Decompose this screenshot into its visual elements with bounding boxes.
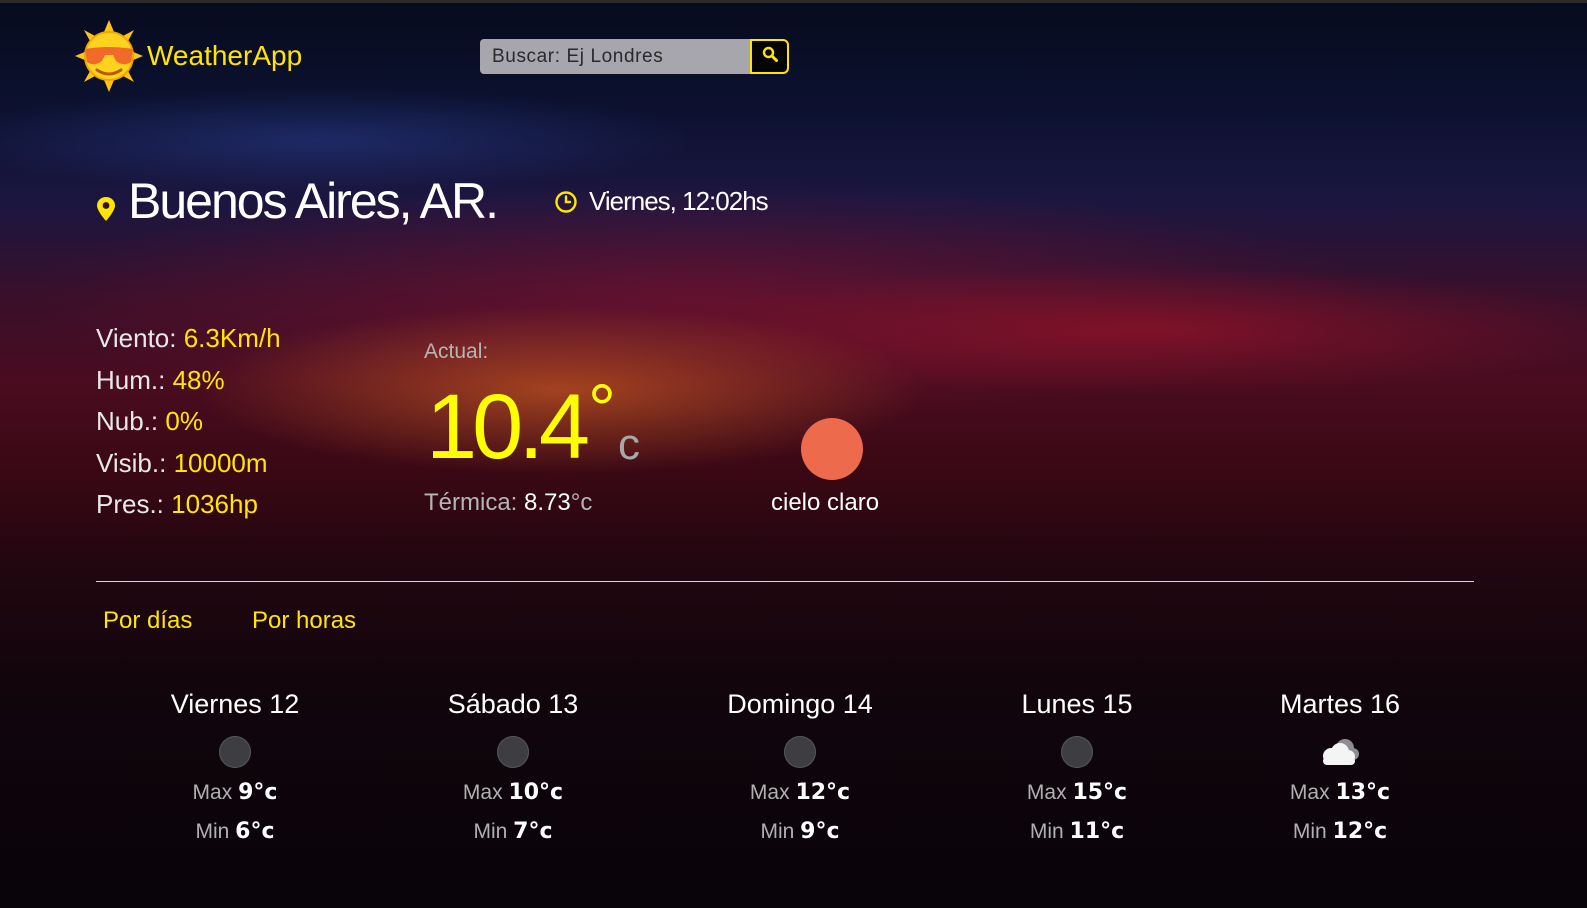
max-label: Max bbox=[1289, 781, 1330, 804]
forecast-day-name: Martes 16 bbox=[1279, 689, 1401, 719]
feels-like-value: 8.73 bbox=[524, 489, 571, 516]
forecast-day-name: Lunes 15 bbox=[1021, 689, 1133, 719]
min-value: 7°c bbox=[513, 819, 553, 844]
degree-symbol: ° bbox=[588, 370, 616, 448]
moon-icon bbox=[219, 736, 251, 768]
forecast-day: Sábado 13 Max 10°c Min 7°c bbox=[388, 686, 638, 845]
detail-humidity: Hum.: 48% bbox=[96, 360, 281, 402]
min-label: Min bbox=[1292, 820, 1327, 843]
tab-por-dias[interactable]: Por días bbox=[103, 607, 192, 635]
detail-label: Visib.: bbox=[96, 447, 167, 478]
max-label: Max bbox=[462, 781, 503, 804]
app-logo[interactable]: WeatherApp bbox=[75, 20, 302, 92]
detail-clouds: Nub.: 0% bbox=[96, 401, 281, 443]
detail-value: 10000m bbox=[173, 447, 268, 478]
forecast-min: Min 6°c bbox=[110, 819, 360, 845]
forecast-min: Min 11°c bbox=[952, 819, 1202, 845]
min-label: Min bbox=[1029, 820, 1064, 843]
cloud-icon bbox=[1317, 736, 1363, 768]
forecast-min: Min 12°c bbox=[1215, 819, 1465, 845]
max-value: 10°c bbox=[508, 780, 564, 805]
forecast-max: Max 9°c bbox=[110, 780, 360, 806]
weather-details: Viento: 6.3Km/h Hum.: 48% Nub.: 0% Visib… bbox=[96, 318, 281, 526]
local-datetime: Viernes, 12:02hs bbox=[589, 186, 769, 216]
forecast-max: Max 12°c bbox=[675, 780, 925, 806]
min-label: Min bbox=[195, 820, 230, 843]
detail-value: 0% bbox=[165, 406, 203, 436]
feels-like-label: Térmica: bbox=[424, 489, 518, 516]
forecast-day-name: Domingo 14 bbox=[727, 689, 873, 719]
min-value: 9°c bbox=[800, 819, 840, 844]
detail-value: 48% bbox=[172, 364, 225, 395]
app-name: WeatherApp bbox=[147, 40, 303, 71]
clock-icon bbox=[554, 190, 578, 219]
detail-pressure: Pres.: 1036hp bbox=[96, 484, 281, 526]
min-value: 12°c bbox=[1332, 819, 1388, 844]
search-bar bbox=[480, 39, 789, 74]
forecast-day-name: Sábado 13 bbox=[447, 689, 579, 719]
min-label: Min bbox=[473, 820, 508, 843]
detail-visibility: Visib.: 10000m bbox=[96, 443, 281, 485]
current-label: Actual: bbox=[424, 340, 489, 363]
min-value: 6°c bbox=[235, 819, 275, 844]
feels-like: Térmica: 8.73°c bbox=[424, 489, 592, 517]
detail-wind: Viento: 6.3Km/h bbox=[96, 318, 281, 360]
min-value: 11°c bbox=[1069, 819, 1125, 844]
location-pin-icon bbox=[96, 196, 116, 227]
moon-icon bbox=[784, 736, 816, 768]
forecast-min: Min 9°c bbox=[675, 819, 925, 845]
temperature-unit: c bbox=[618, 420, 640, 469]
max-value: 13°c bbox=[1335, 780, 1391, 805]
detail-value: 6.3Km/h bbox=[183, 323, 281, 353]
max-value: 12°c bbox=[795, 780, 851, 805]
weather-condition: cielo claro bbox=[771, 489, 880, 516]
search-button[interactable] bbox=[750, 39, 789, 74]
forecast-day: Martes 16 Max 13°c Min 12°c bbox=[1215, 686, 1465, 845]
detail-label: Pres.: bbox=[96, 489, 164, 519]
search-icon bbox=[762, 46, 778, 67]
forecast-day-name: Viernes 12 bbox=[170, 689, 300, 719]
moon-icon bbox=[1061, 736, 1093, 768]
forecast-max: Max 13°c bbox=[1215, 780, 1465, 806]
moon-icon bbox=[497, 736, 529, 768]
current-temperature: 10.4 bbox=[426, 376, 590, 478]
forecast-max: Max 10°c bbox=[388, 780, 638, 806]
sun-sunglasses-icon bbox=[75, 20, 143, 92]
forecast-max: Max 15°c bbox=[952, 780, 1202, 806]
min-label: Min bbox=[760, 820, 795, 843]
forecast-day: Lunes 15 Max 15°c Min 11°c bbox=[952, 686, 1202, 845]
max-value: 9°c bbox=[238, 780, 278, 805]
section-divider bbox=[96, 581, 1474, 582]
clear-sky-sun-icon bbox=[801, 418, 863, 480]
max-label: Max bbox=[192, 781, 233, 804]
forecast-day: Domingo 14 Max 12°c Min 9°c bbox=[675, 686, 925, 845]
search-input[interactable] bbox=[480, 39, 750, 74]
max-label: Max bbox=[1026, 781, 1067, 804]
max-value: 15°c bbox=[1072, 780, 1128, 805]
city-name: Buenos Aires, AR. bbox=[128, 173, 499, 229]
detail-value: 1036hp bbox=[171, 489, 258, 519]
detail-label: Viento: bbox=[96, 323, 177, 353]
detail-label: Hum.: bbox=[96, 364, 166, 395]
max-label: Max bbox=[749, 781, 790, 804]
detail-label: Nub.: bbox=[96, 406, 159, 436]
tab-por-horas[interactable]: Por horas bbox=[252, 607, 356, 635]
forecast-min: Min 7°c bbox=[388, 819, 638, 845]
forecast-day: Viernes 12 Max 9°c Min 6°c bbox=[110, 686, 360, 845]
window-top-border bbox=[0, 0, 1587, 3]
feels-like-unit: °c bbox=[570, 489, 593, 516]
